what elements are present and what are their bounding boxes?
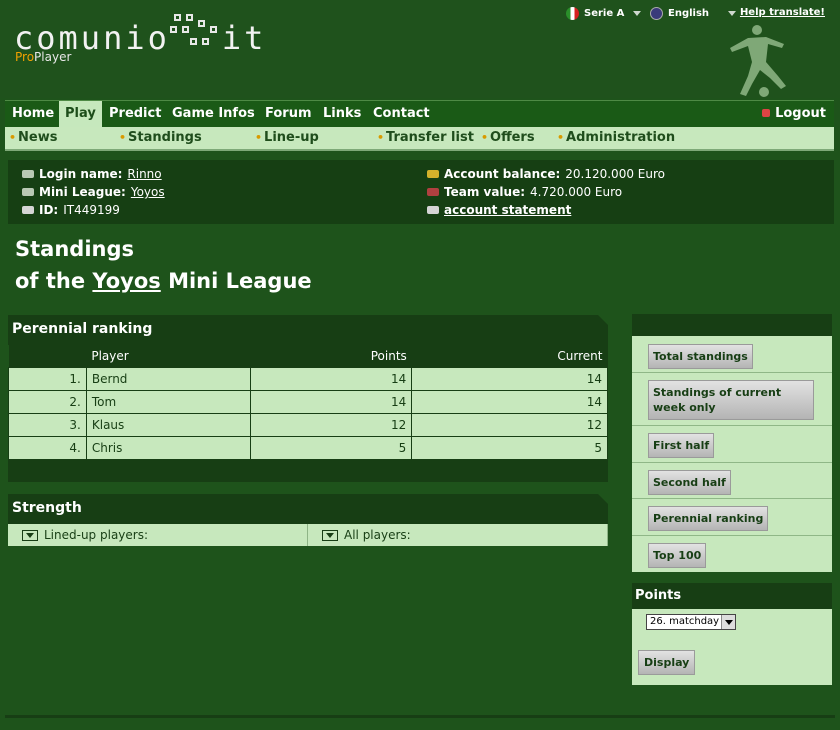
page-title: Standings — [15, 237, 134, 261]
logo-dots-icon — [169, 14, 222, 54]
subnav-transfer-list[interactable]: Transfer list — [377, 127, 474, 149]
column-points: Points — [250, 345, 412, 367]
expand-icon — [322, 529, 338, 541]
id-row: ID: IT449199 — [22, 203, 120, 217]
sub-nav: News Standings Line-up Transfer list Off… — [5, 127, 834, 151]
standings-options: Total standings Standings of current wee… — [632, 336, 832, 572]
strength-row: Lined-up players: All players: — [8, 524, 608, 546]
login-name-row: Login name: Rinno — [22, 167, 162, 181]
points-panel: 26. matchday Display — [632, 609, 832, 685]
title-league-link[interactable]: Yoyos — [92, 269, 160, 293]
account-balance-value: 20.120.000 Euro — [565, 167, 665, 181]
strength-heading: Strength — [8, 494, 608, 524]
team-value: 4.720.000 Euro — [530, 185, 623, 199]
mini-league-link[interactable]: Yoyos — [131, 185, 165, 199]
table-row: 3. Klaus 12 12 — [8, 412, 608, 437]
nav-forum[interactable]: Forum — [259, 101, 318, 127]
ranking-table: Player Points Current 1. Bernd 14 14 2. … — [8, 345, 608, 460]
football-player-icon — [730, 25, 786, 97]
expand-icon — [22, 529, 38, 541]
proplayer-label: ProPlayer — [15, 50, 72, 64]
first-half-button[interactable]: First half — [648, 433, 715, 458]
column-current: Current — [411, 345, 608, 367]
column-player: Player — [86, 345, 251, 367]
matchday-select-value: 26. matchday — [650, 616, 720, 627]
language-selector[interactable]: English — [650, 7, 737, 20]
table-row: 2. Tom 14 14 — [8, 389, 608, 414]
nav-contact[interactable]: Contact — [367, 101, 436, 127]
id-card-icon — [22, 206, 34, 214]
group-icon — [22, 188, 34, 196]
header: comunio it ProPlayer Serie A English Hel… — [0, 0, 840, 98]
nav-home[interactable]: Home — [6, 101, 60, 127]
statement-row: account statement — [427, 203, 571, 217]
table-row: 4. Chris 5 5 — [8, 435, 608, 460]
login-name-link[interactable]: Rinno — [127, 167, 161, 181]
italy-flag-icon — [566, 7, 579, 20]
uk-flag-icon — [650, 7, 663, 20]
subnav-standings[interactable]: Standings — [119, 127, 202, 149]
ranking-footer — [8, 460, 608, 482]
ranking-heading: Perennial ranking — [8, 315, 608, 345]
team-value-icon — [427, 188, 439, 196]
chevron-down-icon — [728, 11, 737, 16]
matchday-select[interactable]: 26. matchday — [646, 614, 736, 630]
points-heading: Points — [632, 583, 832, 609]
subnav-administration[interactable]: Administration — [557, 127, 675, 149]
subnav-news[interactable]: News — [9, 127, 57, 149]
nav-links[interactable]: Links — [317, 101, 367, 127]
statement-icon — [427, 206, 439, 214]
logout-button[interactable]: Logout — [762, 101, 826, 127]
user-icon — [22, 170, 34, 178]
logout-label: Logout — [775, 106, 826, 121]
logo-text-right: it — [221, 19, 267, 57]
league-selector-label: Serie A — [584, 8, 625, 19]
chevron-down-icon — [721, 615, 735, 629]
nav-game-infos[interactable]: Game Infos — [166, 101, 261, 127]
money-icon — [427, 170, 439, 178]
sidebar-heading — [632, 314, 832, 336]
display-button[interactable]: Display — [638, 650, 696, 675]
id-value: IT449199 — [63, 203, 120, 217]
help-translate-link[interactable]: Help translate! — [740, 7, 825, 18]
subnav-line-up[interactable]: Line-up — [255, 127, 319, 149]
second-half-button[interactable]: Second half — [648, 470, 731, 495]
league-selector[interactable]: Serie A — [566, 7, 642, 20]
top-100-button[interactable]: Top 100 — [648, 543, 707, 568]
current-week-standings-button[interactable]: Standings of current week only — [648, 380, 814, 420]
logout-icon — [762, 109, 771, 117]
account-info: Login name: Rinno Mini League: Yoyos ID:… — [8, 160, 834, 224]
table-row: 1. Bernd 14 14 — [8, 366, 608, 391]
nav-play[interactable]: Play — [59, 101, 102, 127]
footer-divider — [5, 715, 835, 718]
language-selector-label: English — [668, 8, 710, 19]
lined-up-players-toggle[interactable]: Lined-up players: — [8, 524, 308, 546]
all-players-toggle[interactable]: All players: — [308, 524, 608, 546]
main-nav: Home Play Predict Game Infos Forum Links… — [5, 100, 834, 127]
team-value-row: Team value: 4.720.000 Euro — [427, 185, 622, 199]
subnav-offers[interactable]: Offers — [481, 127, 535, 149]
perennial-ranking-button[interactable]: Perennial ranking — [648, 506, 769, 531]
page-subtitle: of the Yoyos Mini League — [15, 269, 312, 293]
nav-predict[interactable]: Predict — [103, 101, 167, 127]
account-balance-row: Account balance: 20.120.000 Euro — [427, 167, 665, 181]
total-standings-button[interactable]: Total standings — [648, 344, 753, 369]
table-header-row: Player Points Current — [8, 345, 608, 367]
chevron-down-icon — [633, 11, 642, 16]
mini-league-row: Mini League: Yoyos — [22, 185, 165, 199]
account-statement-link[interactable]: account statement — [444, 203, 571, 217]
